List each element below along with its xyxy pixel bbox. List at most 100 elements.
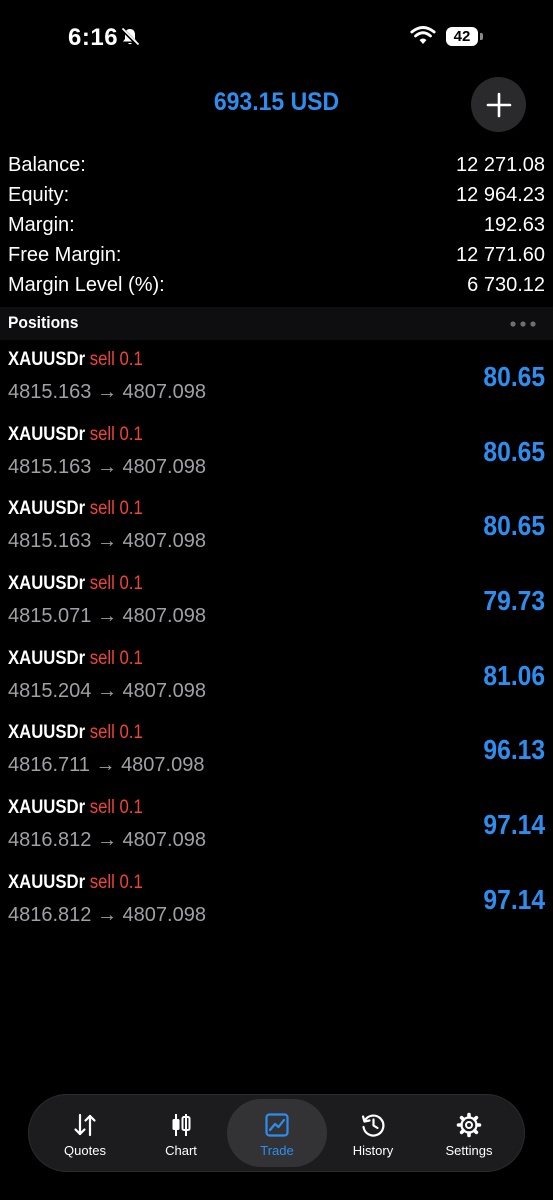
position-symbol: XAUUSDr [8, 423, 86, 445]
position-symbol-line: XAUUSDr sell 0.1 [8, 573, 143, 595]
summary-row-margin-level: Margin Level (%): 6 730.12 [0, 270, 553, 300]
history-clock-icon [361, 1114, 385, 1137]
arrow-right-icon: → [96, 455, 117, 478]
position-open-price: 4815.163 [8, 381, 92, 403]
tab-label: Trade [260, 1143, 294, 1158]
position-row[interactable]: XAUUSDr sell 0.1 4815.163 → 4807.098 80.… [0, 345, 553, 420]
tab-label: Chart [165, 1143, 197, 1158]
position-prices: 4815.163 → 4807.098 [8, 530, 206, 553]
position-symbol-line: XAUUSDr sell 0.1 [8, 424, 143, 446]
tab-quotes[interactable]: Quotes [35, 1099, 135, 1167]
position-side: sell [89, 797, 115, 819]
position-row[interactable]: XAUUSDr sell 0.1 4816.812 → 4807.098 97.… [0, 793, 553, 868]
account-summary: Balance: 12 271.08 Equity: 12 964.23 Mar… [0, 150, 553, 300]
tab-label: History [352, 1143, 394, 1158]
position-symbol-line: XAUUSDr sell 0.1 [8, 797, 143, 819]
summary-value: 12 271.08 [456, 154, 545, 176]
position-side: sell [89, 871, 115, 893]
position-profit: 81.06 [483, 659, 545, 691]
tab-settings[interactable]: Settings [419, 1099, 519, 1167]
position-open-price: 4815.071 [8, 605, 92, 628]
tab-label: Settings [445, 1143, 493, 1158]
position-lot: 0.1 [119, 722, 143, 744]
position-current-price: 4807.098 [121, 754, 205, 777]
position-row[interactable]: XAUUSDr sell 0.1 4815.071 → 4807.098 79.… [0, 569, 553, 644]
position-lot: 0.1 [119, 647, 143, 669]
position-prices: 4816.711 → 4807.098 [8, 754, 204, 777]
summary-value: 6 730.12 [467, 274, 545, 296]
add-button[interactable] [471, 77, 526, 132]
position-side: sell [89, 423, 115, 445]
position-current-price: 4807.098 [122, 530, 206, 553]
position-row[interactable]: XAUUSDr sell 0.1 4816.711 → 4807.098 96.… [0, 718, 553, 793]
more-options-icon[interactable] [509, 320, 537, 328]
positions-section-header: Positions [0, 307, 553, 340]
position-open-price: 4816.812 [8, 829, 92, 852]
candlestick-icon [172, 1114, 191, 1136]
tab-history[interactable]: History [323, 1099, 423, 1167]
summary-label: Balance: [8, 154, 86, 176]
positions-list: XAUUSDr sell 0.1 4815.163 → 4807.098 80.… [0, 345, 553, 943]
tab-chart[interactable]: Chart [131, 1099, 231, 1167]
position-side: sell [89, 722, 115, 744]
position-symbol-line: XAUUSDr sell 0.1 [8, 648, 143, 670]
position-side: sell [89, 349, 115, 370]
position-profit: 97.14 [483, 883, 545, 915]
position-profit: 80.65 [483, 435, 545, 467]
status-bar: 6:16 42 [0, 0, 553, 70]
position-lot: 0.1 [119, 423, 143, 445]
position-current-price: 4807.098 [122, 605, 206, 628]
position-prices: 4815.204 → 4807.098 [8, 680, 206, 703]
position-row[interactable]: XAUUSDr sell 0.1 4816.812 → 4807.098 97.… [0, 868, 553, 943]
position-open-price: 4815.163 [8, 455, 92, 478]
arrow-right-icon: → [96, 679, 117, 702]
bell-slash-icon [120, 27, 140, 47]
quotes-arrows-icon [74, 1113, 96, 1137]
summary-value: 192.63 [483, 214, 545, 236]
position-symbol: XAUUSDr [8, 647, 86, 669]
summary-label: Margin Level (%): [8, 274, 165, 296]
arrow-right-icon: → [96, 605, 117, 628]
battery-tip [480, 33, 483, 40]
position-profit: 96.13 [483, 734, 545, 766]
arrow-right-icon: → [96, 829, 117, 852]
summary-value: 12 964.23 [456, 184, 545, 206]
position-current-price: 4807.098 [122, 455, 206, 478]
position-current-price: 4807.098 [122, 829, 206, 852]
arrow-right-icon: → [96, 903, 117, 926]
position-open-price: 4816.812 [8, 903, 92, 926]
position-symbol: XAUUSDr [8, 573, 86, 595]
position-lot: 0.1 [119, 871, 143, 893]
summary-label: Free Margin: [8, 244, 122, 266]
arrow-right-icon: → [96, 530, 117, 553]
position-row[interactable]: XAUUSDr sell 0.1 4815.163 → 4807.098 80.… [0, 420, 553, 495]
positions-title: Positions [8, 313, 79, 332]
position-row[interactable]: XAUUSDr sell 0.1 4815.204 → 4807.098 81.… [0, 644, 553, 719]
position-prices: 4815.163 → 4807.098 [8, 381, 206, 404]
summary-row-equity: Equity: 12 964.23 [0, 180, 553, 210]
position-prices: 4816.812 → 4807.098 [8, 904, 206, 927]
position-lot: 0.1 [119, 349, 143, 370]
arrow-right-icon: → [95, 754, 116, 777]
position-row[interactable]: XAUUSDr sell 0.1 4815.163 → 4807.098 80.… [0, 494, 553, 569]
summary-label: Margin: [8, 214, 75, 236]
position-profit: 80.65 [483, 361, 545, 392]
page-title: 693.15 USD [213, 88, 340, 116]
position-side: sell [89, 647, 115, 669]
tab-label: Quotes [64, 1143, 106, 1158]
position-symbol: XAUUSDr [8, 722, 86, 744]
plus-icon [486, 92, 511, 117]
summary-row-balance: Balance: 12 271.08 [0, 150, 553, 180]
position-profit: 79.73 [483, 585, 545, 617]
position-profit: 80.65 [483, 510, 545, 542]
trade-chart-icon [265, 1113, 289, 1137]
position-lot: 0.1 [119, 498, 143, 520]
summary-row-margin: Margin: 192.63 [0, 210, 553, 240]
position-symbol-line: XAUUSDr sell 0.1 [8, 872, 143, 894]
position-profit: 97.14 [483, 809, 545, 841]
position-symbol: XAUUSDr [8, 349, 86, 370]
trade-screen: 6:16 42 693.15 USD Balance: 12 271.08 Eq… [0, 0, 553, 1200]
arrow-right-icon: → [96, 381, 117, 403]
tab-trade[interactable]: Trade [227, 1099, 327, 1167]
position-current-price: 4807.098 [122, 381, 206, 403]
